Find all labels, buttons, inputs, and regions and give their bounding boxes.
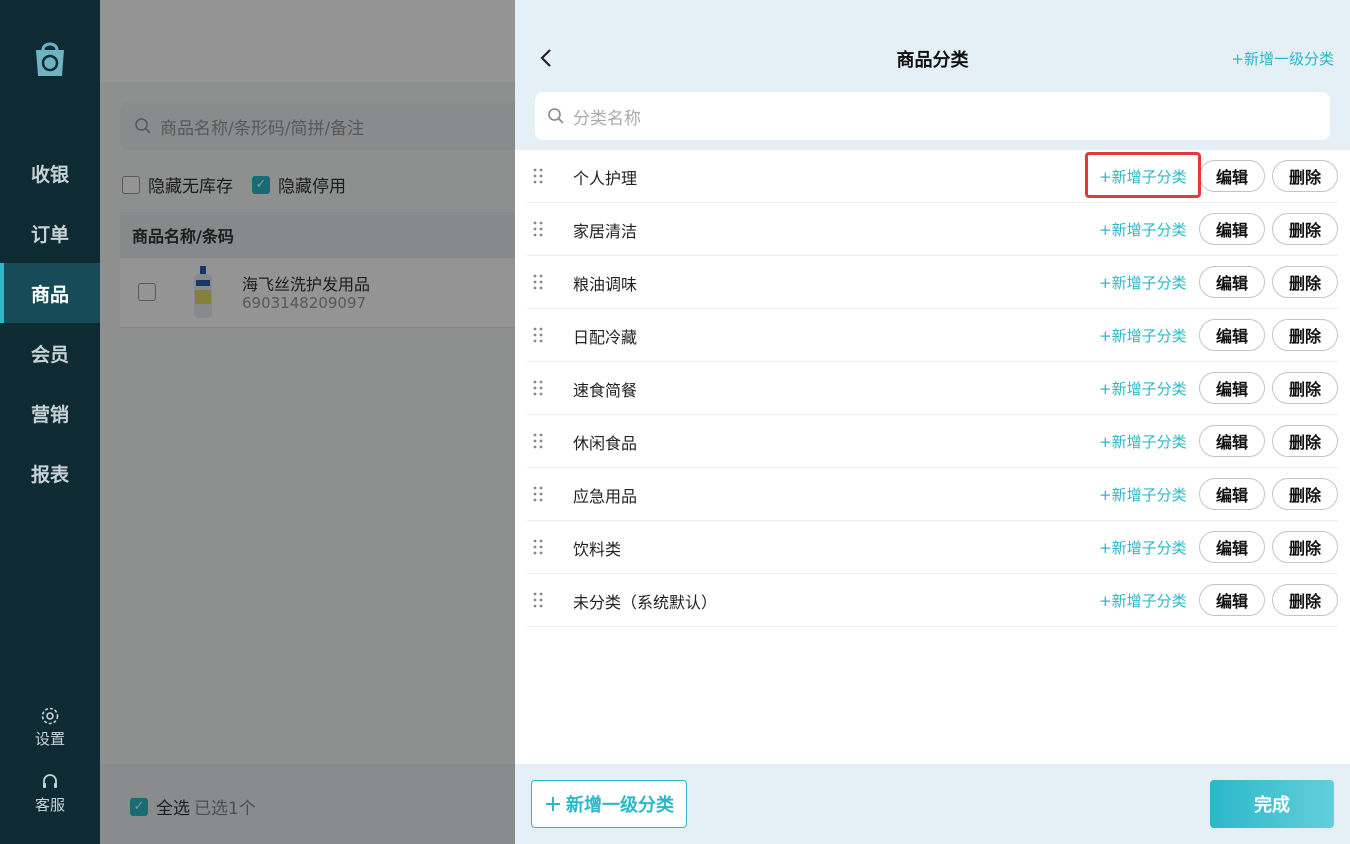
service-label: 客服 <box>34 796 65 814</box>
search-placeholder: 分类名称 <box>573 108 641 129</box>
drag-handle-icon[interactable] <box>533 486 543 502</box>
category-search-input[interactable]: 分类名称 <box>535 92 1330 140</box>
list-item: 应急用品 +新增子分类 编辑 删除 <box>527 468 1338 521</box>
add-subcategory-link[interactable]: +新增子分类 <box>1099 484 1187 505</box>
list-item: 粮油调味 +新增子分类 编辑 删除 <box>527 256 1338 309</box>
category-name: 饮料类 <box>573 540 622 559</box>
list-item: 休闲食品 +新增子分类 编辑 删除 <box>527 415 1338 468</box>
edit-button[interactable]: 编辑 <box>1199 160 1265 192</box>
gear-icon <box>41 707 59 725</box>
done-button[interactable]: 完成 <box>1210 780 1334 828</box>
edit-button[interactable]: 编辑 <box>1199 478 1265 510</box>
drag-handle-icon[interactable] <box>533 380 543 396</box>
category-name: 休闲食品 <box>573 434 638 453</box>
service-button[interactable]: 客服 <box>0 772 100 815</box>
list-item: 速食简餐 +新增子分类 编辑 删除 <box>527 362 1338 415</box>
delete-button[interactable]: 删除 <box>1272 425 1338 457</box>
add-subcategory-link[interactable]: +新增子分类 <box>1099 590 1187 611</box>
delete-button[interactable]: 删除 <box>1272 319 1338 351</box>
drawer-footer: 新增一级分类 完成 <box>515 764 1350 844</box>
category-name: 未分类（系统默认） <box>573 593 718 612</box>
add-subcategory-link[interactable]: +新增子分类 <box>1099 219 1187 240</box>
delete-button[interactable]: 删除 <box>1272 213 1338 245</box>
add-subcategory-link[interactable]: +新增子分类 <box>1099 537 1187 558</box>
edit-button[interactable]: 编辑 <box>1199 584 1265 616</box>
delete-button[interactable]: 删除 <box>1272 531 1338 563</box>
edit-button[interactable]: 编辑 <box>1199 213 1265 245</box>
list-item: 个人护理 +新增子分类 编辑 删除 <box>527 150 1338 203</box>
delete-button[interactable]: 删除 <box>1272 584 1338 616</box>
drag-handle-icon[interactable] <box>533 433 543 449</box>
add-subcategory-link[interactable]: +新增子分类 <box>1099 431 1187 452</box>
edit-button[interactable]: 编辑 <box>1199 266 1265 298</box>
nav-label: 报表 <box>30 463 69 486</box>
drag-handle-icon[interactable] <box>533 221 543 237</box>
edit-button[interactable]: 编辑 <box>1199 425 1265 457</box>
add-first-level-label: 新增一级分类 <box>566 795 674 816</box>
drag-handle-icon[interactable] <box>533 592 543 608</box>
nav-item-marketing[interactable]: 营销 <box>0 383 100 443</box>
add-subcategory-link[interactable]: +新增子分类 <box>1099 272 1187 293</box>
logo-icon <box>36 42 64 76</box>
category-name: 速食简餐 <box>573 381 638 400</box>
delete-button[interactable]: 删除 <box>1272 160 1338 192</box>
nav-label: 订单 <box>30 223 69 246</box>
nav-item-orders[interactable]: 订单 <box>0 203 100 263</box>
settings-label: 设置 <box>34 730 65 748</box>
delete-button[interactable]: 删除 <box>1272 372 1338 404</box>
drag-handle-icon[interactable] <box>533 168 543 184</box>
category-name: 日配冷藏 <box>573 328 638 347</box>
nav-label: 收银 <box>30 163 69 186</box>
edit-button[interactable]: 编辑 <box>1199 319 1265 351</box>
list-item: 饮料类 +新增子分类 编辑 删除 <box>527 521 1338 574</box>
category-drawer: 商品分类 +新增一级分类 分类名称 个人护理 +新增子分类 编辑 删除 家居清洁… <box>515 0 1350 844</box>
add-subcategory-link[interactable]: +新增子分类 <box>1099 378 1187 399</box>
add-first-level-button[interactable]: 新增一级分类 <box>531 780 687 828</box>
modal-overlay[interactable] <box>100 0 515 844</box>
nav-label: 营销 <box>30 403 69 426</box>
sidebar: 收银 订单 商品 会员 营销 报表 设置 客服 <box>0 0 100 844</box>
category-name: 个人护理 <box>573 169 638 188</box>
headset-icon <box>43 774 57 788</box>
category-name: 粮油调味 <box>573 275 638 294</box>
drag-handle-icon[interactable] <box>533 539 543 555</box>
list-item: 未分类（系统默认） +新增子分类 编辑 删除 <box>527 574 1338 627</box>
nav-item-cashier[interactable]: 收银 <box>0 143 100 203</box>
nav-item-members[interactable]: 会员 <box>0 323 100 383</box>
nav-label: 商品 <box>30 283 69 306</box>
edit-button[interactable]: 编辑 <box>1199 372 1265 404</box>
edit-button[interactable]: 编辑 <box>1199 531 1265 563</box>
drawer-title: 商品分类 <box>896 50 969 71</box>
list-item: 家居清洁 +新增子分类 编辑 删除 <box>527 203 1338 256</box>
settings-button[interactable]: 设置 <box>0 706 100 749</box>
delete-button[interactable]: 删除 <box>1272 266 1338 298</box>
drag-handle-icon[interactable] <box>533 327 543 343</box>
list-item: 日配冷藏 +新增子分类 编辑 删除 <box>527 309 1338 362</box>
highlight-box <box>1085 152 1201 198</box>
category-name: 家居清洁 <box>573 222 638 241</box>
add-first-level-link[interactable]: +新增一级分类 <box>1231 48 1334 69</box>
add-subcategory-link[interactable]: +新增子分类 <box>1099 325 1187 346</box>
delete-button[interactable]: 删除 <box>1272 478 1338 510</box>
search-icon <box>548 108 564 124</box>
nav-item-reports[interactable]: 报表 <box>0 443 100 503</box>
nav-item-products[interactable]: 商品 <box>0 263 100 323</box>
plus-icon <box>546 797 560 811</box>
drag-handle-icon[interactable] <box>533 274 543 290</box>
category-list: 个人护理 +新增子分类 编辑 删除 家居清洁 +新增子分类 编辑 删除 粮油调味… <box>515 150 1350 764</box>
nav-label: 会员 <box>30 343 69 366</box>
category-name: 应急用品 <box>573 487 638 506</box>
